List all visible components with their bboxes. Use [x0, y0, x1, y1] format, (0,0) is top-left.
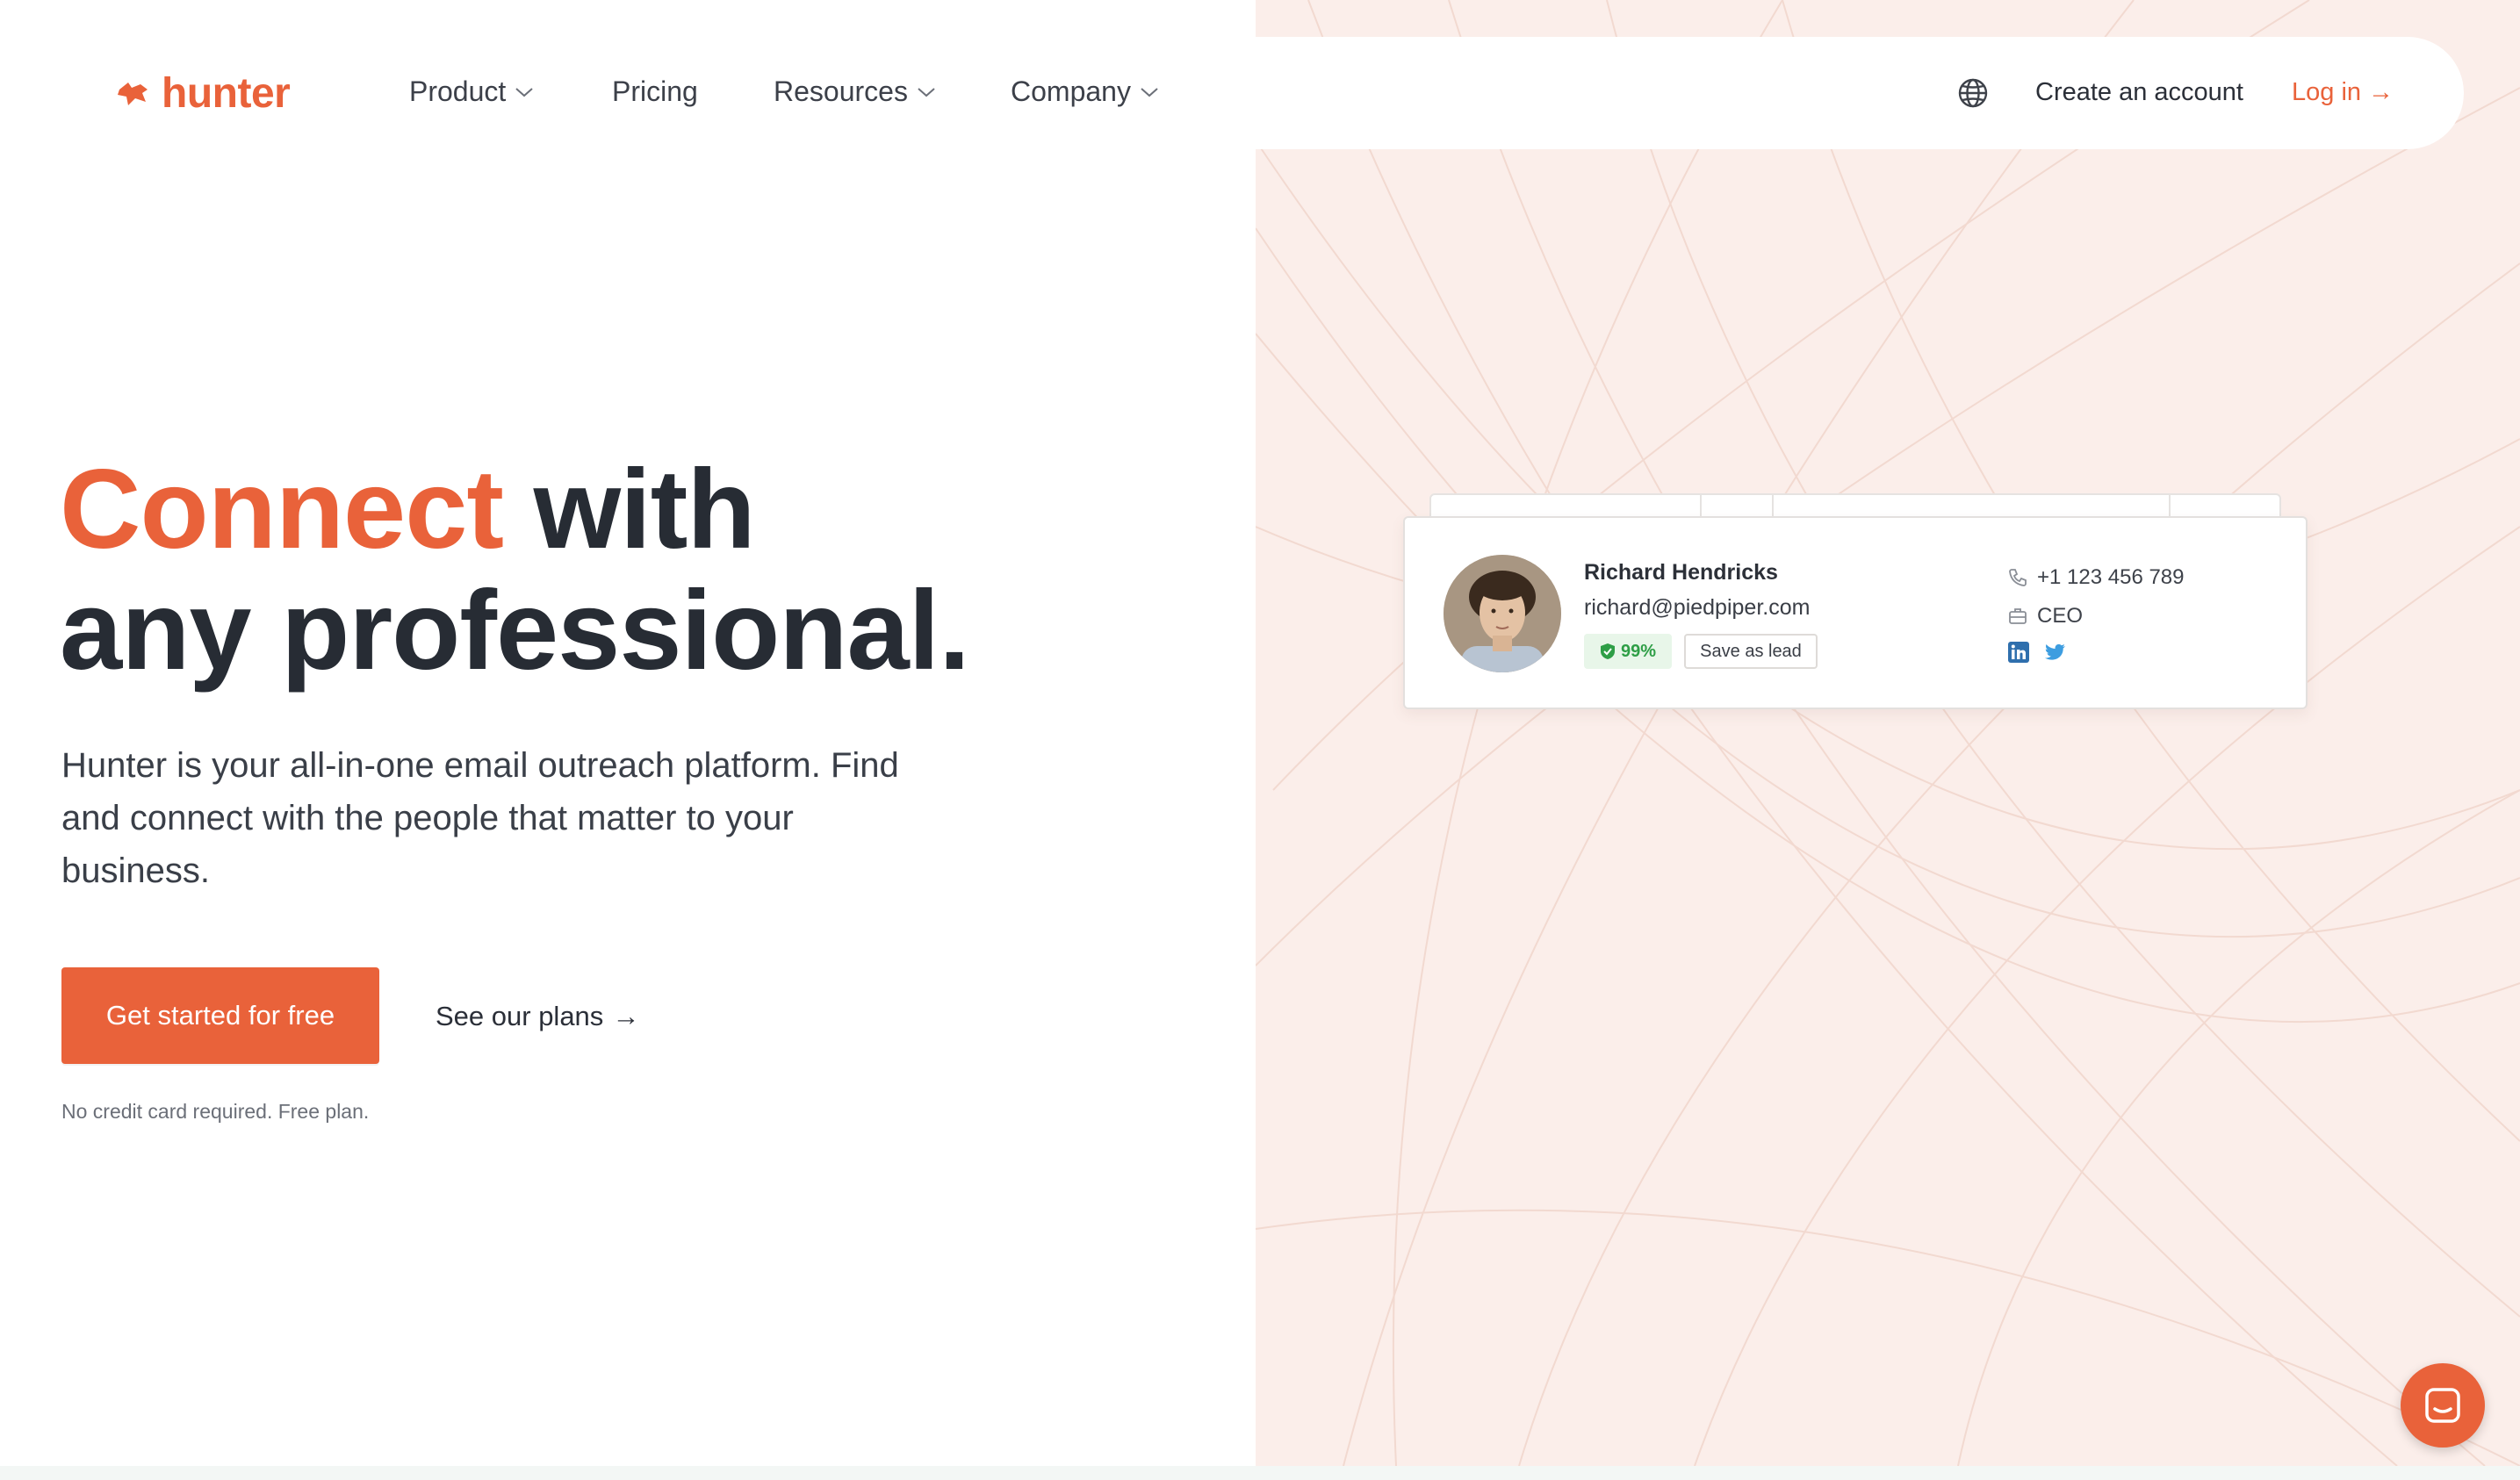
- hero-title: Connect with any professional.: [60, 447, 970, 693]
- briefcase-icon: [2009, 608, 2027, 624]
- see-plans-label: See our plans: [436, 1001, 604, 1031]
- globe-lines-decoration: [1256, 0, 2520, 1466]
- chevron-down-icon: [515, 87, 533, 97]
- hero-title-line1-rest: with: [503, 447, 756, 572]
- contact-job-title: CEO: [2037, 604, 2084, 628]
- see-plans-link[interactable]: See our plans →: [436, 1001, 639, 1032]
- chevron-down-icon: [918, 87, 935, 97]
- nav-pricing[interactable]: Pricing: [612, 75, 698, 108]
- login-label: Log in: [2292, 78, 2362, 106]
- no-credit-card-note: No credit card required. Free plan.: [61, 1100, 370, 1123]
- page-bottom-strip: [0, 1466, 2520, 1480]
- arrow-right-icon: →: [2368, 78, 2394, 106]
- hero-illustration-background: [1256, 0, 2520, 1466]
- linkedin-icon[interactable]: [2007, 641, 2030, 664]
- chevron-down-icon: [1141, 87, 1158, 97]
- globe-icon[interactable]: [1956, 76, 1990, 110]
- phone-icon: [2009, 569, 2027, 586]
- logo-text: hunter: [162, 69, 291, 117]
- contact-phone: +1 123 456 789: [2037, 565, 2185, 589]
- hero-title-line2: any professional.: [60, 568, 970, 693]
- arrow-right-icon: →: [612, 1001, 640, 1031]
- contact-phone-row: +1 123 456 789: [2007, 565, 2185, 590]
- get-started-button[interactable]: Get started for free: [61, 967, 379, 1064]
- nav-product-label: Product: [409, 75, 507, 107]
- avatar: [1444, 555, 1561, 672]
- chat-launcher-button[interactable]: [2401, 1363, 2485, 1448]
- nav-resources-label: Resources: [774, 75, 908, 107]
- nav-product[interactable]: Product: [409, 75, 534, 108]
- twitter-icon[interactable]: [2044, 641, 2067, 664]
- save-as-lead-button[interactable]: Save as lead: [1684, 634, 1818, 669]
- profile-photo: [1444, 555, 1561, 672]
- login-link[interactable]: Log in →: [2292, 78, 2394, 107]
- nav-pricing-label: Pricing: [612, 75, 698, 107]
- chat-icon: [2425, 1388, 2460, 1423]
- nav-company-label: Company: [1011, 75, 1131, 107]
- create-account-link[interactable]: Create an account: [2035, 78, 2243, 107]
- nav-company[interactable]: Company: [1011, 75, 1159, 108]
- hero-description: Hunter is your all-in-one email outreach…: [61, 746, 899, 890]
- social-links: [2007, 641, 2067, 664]
- confidence-score-badge: 99%: [1584, 634, 1672, 669]
- contact-card: Richard Hendricks richard@piedpiper.com …: [1403, 516, 2308, 709]
- hunter-logo[interactable]: hunter: [116, 67, 291, 119]
- confidence-score: 99%: [1620, 641, 1657, 661]
- contact-title-row: CEO: [2007, 604, 2083, 629]
- contact-name: Richard Hendricks: [1584, 560, 1778, 585]
- hero-title-accent: Connect: [60, 447, 504, 572]
- shield-check-icon: [1600, 643, 1615, 659]
- nav-resources[interactable]: Resources: [774, 75, 936, 108]
- fox-logo-icon: [118, 83, 148, 105]
- contact-email: richard@piedpiper.com: [1584, 595, 1811, 620]
